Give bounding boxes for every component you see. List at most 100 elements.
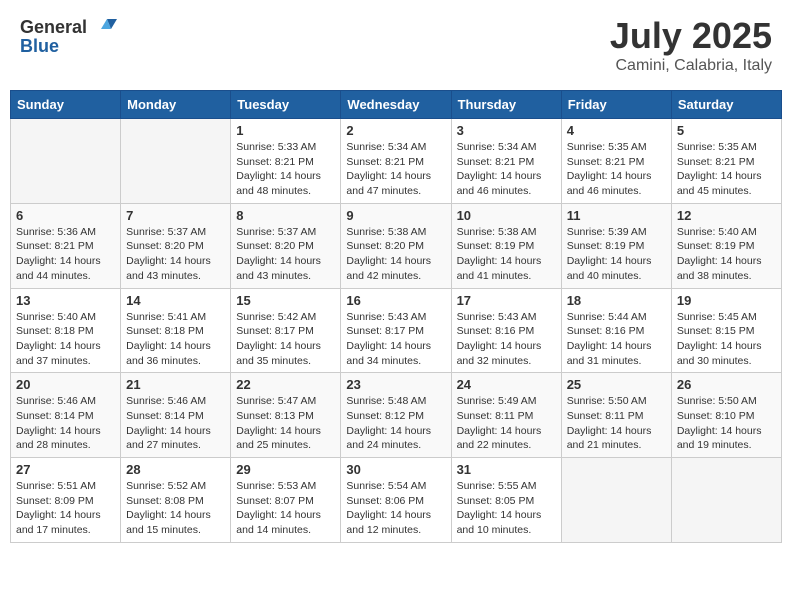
day-info: Sunrise: 5:47 AMSunset: 8:13 PMDaylight:… [236, 394, 335, 453]
day-number: 12 [677, 208, 776, 223]
calendar-cell: 30Sunrise: 5:54 AMSunset: 8:06 PMDayligh… [341, 458, 451, 543]
day-info: Sunrise: 5:46 AMSunset: 8:14 PMDaylight:… [126, 394, 225, 453]
day-number: 4 [567, 123, 666, 138]
day-info: Sunrise: 5:49 AMSunset: 8:11 PMDaylight:… [457, 394, 556, 453]
weekday-header-monday: Monday [121, 91, 231, 119]
day-number: 20 [16, 377, 115, 392]
calendar-cell: 31 Sunrise: 5:55 AMSunset: 8:05 PMDayligh… [451, 458, 561, 543]
calendar-cell: 24 Sunrise: 5:49 AMSunset: 8:11 PMDayligh… [451, 373, 561, 458]
day-number: 22 [236, 377, 335, 392]
day-info: Sunrise: 5:53 AMSunset: 8:07 PMDaylight:… [236, 479, 335, 538]
calendar-cell: 20 Sunrise: 5:46 AMSunset: 8:14 PMDayligh… [11, 373, 121, 458]
day-info: Sunrise: 5:39 AMSunset: 8:19 PMDaylight:… [567, 225, 666, 284]
calendar-cell [121, 119, 231, 204]
logo: General Blue [20, 15, 117, 57]
calendar-cell [11, 119, 121, 204]
calendar-cell: 12 Sunrise: 5:40 AMSunset: 8:19 PMDayligh… [671, 203, 781, 288]
day-info: Sunrise: 5:48 AMSunset: 8:12 PMDaylight:… [346, 394, 445, 453]
day-info: Sunrise: 5:34 AMSunset: 8:21 PMDaylight:… [457, 140, 556, 199]
calendar-cell: 13 Sunrise: 5:40 AMSunset: 8:18 PMDayligh… [11, 288, 121, 373]
calendar-cell [671, 458, 781, 543]
day-number: 14 [126, 293, 225, 308]
day-info: Sunrise: 5:37 AMSunset: 8:20 PMDaylight:… [236, 225, 335, 284]
calendar-week-2: 6Sunrise: 5:36 AMSunset: 8:21 PMDaylight… [11, 203, 782, 288]
calendar-cell [561, 458, 671, 543]
calendar-cell: 21 Sunrise: 5:46 AMSunset: 8:14 PMDayligh… [121, 373, 231, 458]
day-info: Sunrise: 5:34 AMSunset: 8:21 PMDaylight:… [346, 140, 445, 199]
day-number: 17 [457, 293, 556, 308]
day-number: 11 [567, 208, 666, 223]
day-number: 21 [126, 377, 225, 392]
calendar-cell: 1 Sunrise: 5:33 AMSunset: 8:21 PMDaylight… [231, 119, 341, 204]
calendar-cell: 7 Sunrise: 5:37 AMSunset: 8:20 PMDaylight… [121, 203, 231, 288]
day-number: 13 [16, 293, 115, 308]
logo-blue-text: Blue [20, 36, 59, 57]
calendar-week-3: 13 Sunrise: 5:40 AMSunset: 8:18 PMDayligh… [11, 288, 782, 373]
day-info: Sunrise: 5:54 AMSunset: 8:06 PMDaylight:… [346, 479, 445, 538]
weekday-header-tuesday: Tuesday [231, 91, 341, 119]
day-number: 16 [346, 293, 445, 308]
day-info: Sunrise: 5:50 AMSunset: 8:11 PMDaylight:… [567, 394, 666, 453]
day-info: Sunrise: 5:40 AMSunset: 8:19 PMDaylight:… [677, 225, 776, 284]
calendar-cell: 23 Sunrise: 5:48 AMSunset: 8:12 PMDayligh… [341, 373, 451, 458]
page-header: General Blue July 2025 Camini, Calabria,… [10, 10, 782, 80]
day-info: Sunrise: 5:33 AMSunset: 8:21 PMDaylight:… [236, 140, 335, 199]
weekday-header-sunday: Sunday [11, 91, 121, 119]
day-info: Sunrise: 5:41 AMSunset: 8:18 PMDaylight:… [126, 310, 225, 369]
day-info: Sunrise: 5:44 AMSunset: 8:16 PMDaylight:… [567, 310, 666, 369]
day-number: 3 [457, 123, 556, 138]
day-number: 15 [236, 293, 335, 308]
calendar-cell: 17 Sunrise: 5:43 AMSunset: 8:16 PMDayligh… [451, 288, 561, 373]
day-number: 27 [16, 462, 115, 477]
weekday-header-thursday: Thursday [451, 91, 561, 119]
day-number: 7 [126, 208, 225, 223]
calendar-cell: 3 Sunrise: 5:34 AMSunset: 8:21 PMDaylight… [451, 119, 561, 204]
day-number: 29 [236, 462, 335, 477]
calendar-cell: 28Sunrise: 5:52 AMSunset: 8:08 PMDayligh… [121, 458, 231, 543]
day-number: 10 [457, 208, 556, 223]
day-info: Sunrise: 5:50 AMSunset: 8:10 PMDaylight:… [677, 394, 776, 453]
calendar-cell: 18Sunrise: 5:44 AMSunset: 8:16 PMDayligh… [561, 288, 671, 373]
day-number: 23 [346, 377, 445, 392]
day-info: Sunrise: 5:37 AMSunset: 8:20 PMDaylight:… [126, 225, 225, 284]
day-info: Sunrise: 5:40 AMSunset: 8:18 PMDaylight:… [16, 310, 115, 369]
day-number: 2 [346, 123, 445, 138]
calendar-cell: 14 Sunrise: 5:41 AMSunset: 8:18 PMDayligh… [121, 288, 231, 373]
day-info: Sunrise: 5:52 AMSunset: 8:08 PMDaylight:… [126, 479, 225, 538]
calendar-cell: 22 Sunrise: 5:47 AMSunset: 8:13 PMDayligh… [231, 373, 341, 458]
day-number: 19 [677, 293, 776, 308]
weekday-header-saturday: Saturday [671, 91, 781, 119]
calendar-cell: 9Sunrise: 5:38 AMSunset: 8:20 PMDaylight… [341, 203, 451, 288]
calendar-cell: 5Sunrise: 5:35 AMSunset: 8:21 PMDaylight… [671, 119, 781, 204]
calendar-week-1: 1 Sunrise: 5:33 AMSunset: 8:21 PMDaylight… [11, 119, 782, 204]
day-info: Sunrise: 5:38 AMSunset: 8:19 PMDaylight:… [457, 225, 556, 284]
calendar-cell: 16 Sunrise: 5:43 AMSunset: 8:17 PMDayligh… [341, 288, 451, 373]
day-info: Sunrise: 5:55 AMSunset: 8:05 PMDaylight:… [457, 479, 556, 538]
day-number: 26 [677, 377, 776, 392]
calendar-cell: 25Sunrise: 5:50 AMSunset: 8:11 PMDayligh… [561, 373, 671, 458]
day-info: Sunrise: 5:36 AMSunset: 8:21 PMDaylight:… [16, 225, 115, 284]
calendar-cell: 4Sunrise: 5:35 AMSunset: 8:21 PMDaylight… [561, 119, 671, 204]
calendar-cell: 27Sunrise: 5:51 AMSunset: 8:09 PMDayligh… [11, 458, 121, 543]
logo-icon [87, 15, 117, 40]
day-number: 8 [236, 208, 335, 223]
calendar-week-5: 27Sunrise: 5:51 AMSunset: 8:09 PMDayligh… [11, 458, 782, 543]
calendar-cell: 11 Sunrise: 5:39 AMSunset: 8:19 PMDayligh… [561, 203, 671, 288]
weekday-header-wednesday: Wednesday [341, 91, 451, 119]
calendar-cell: 10 Sunrise: 5:38 AMSunset: 8:19 PMDayligh… [451, 203, 561, 288]
location-title: Camini, Calabria, Italy [610, 57, 772, 75]
calendar-cell: 2 Sunrise: 5:34 AMSunset: 8:21 PMDaylight… [341, 119, 451, 204]
day-number: 5 [677, 123, 776, 138]
calendar-table: SundayMondayTuesdayWednesdayThursdayFrid… [10, 90, 782, 543]
day-number: 31 [457, 462, 556, 477]
day-number: 1 [236, 123, 335, 138]
calendar-cell: 8 Sunrise: 5:37 AMSunset: 8:20 PMDaylight… [231, 203, 341, 288]
month-title: July 2025 [610, 15, 772, 57]
calendar-cell: 15Sunrise: 5:42 AMSunset: 8:17 PMDayligh… [231, 288, 341, 373]
calendar-cell: 26 Sunrise: 5:50 AMSunset: 8:10 PMDayligh… [671, 373, 781, 458]
day-number: 24 [457, 377, 556, 392]
day-info: Sunrise: 5:43 AMSunset: 8:16 PMDaylight:… [457, 310, 556, 369]
weekday-header-friday: Friday [561, 91, 671, 119]
day-info: Sunrise: 5:46 AMSunset: 8:14 PMDaylight:… [16, 394, 115, 453]
day-info: Sunrise: 5:43 AMSunset: 8:17 PMDaylight:… [346, 310, 445, 369]
